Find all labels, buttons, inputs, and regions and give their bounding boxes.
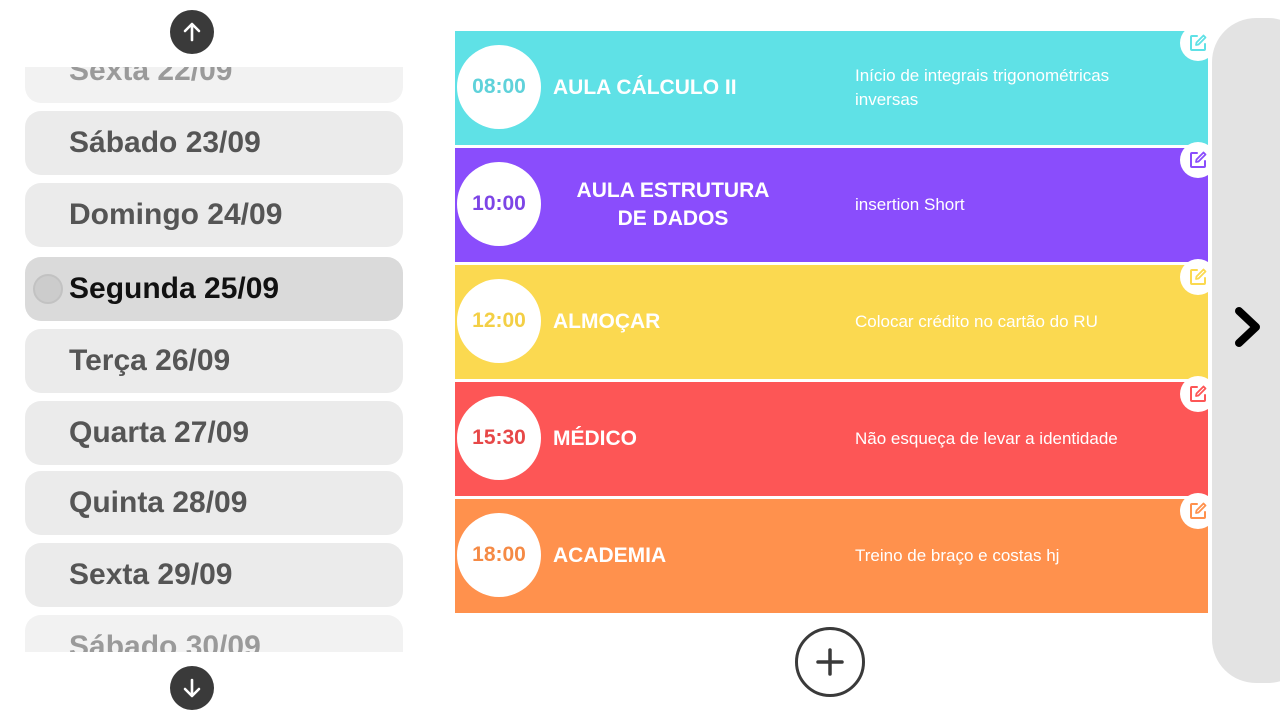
add-event-button[interactable] [795,627,865,697]
event-description: Início de integrais trigonométricas inve… [855,66,1110,109]
day-item[interactable]: Sábado 30/09 [25,615,403,652]
event-description: Não esqueça de levar a identidade [855,429,1118,449]
edit-icon [1190,151,1207,168]
day-label: Sexta 22/09 [69,67,233,87]
scroll-down-button[interactable] [170,666,214,710]
event-title: ALMOÇAR [553,265,793,379]
event-card[interactable]: 15:30 MÉDICO Não esqueça de levar a identi… [455,376,1216,496]
event-title-line: MÉDICO [553,426,637,450]
event-title: AULA CÁLCULO II [553,31,793,145]
edit-icon [1190,34,1207,51]
day-item[interactable]: Sexta 29/09 [25,543,403,607]
event-time: 12:00 [457,279,541,363]
day-label: Domingo 24/09 [69,198,283,231]
event-title-line: ACADEMIA [553,543,667,567]
event-description: insertion Short [855,195,965,215]
event-title: ACADEMIA [553,499,793,613]
day-label: Terça 26/09 [69,344,231,377]
scroll-up-button[interactable] [170,10,214,54]
event-card[interactable]: 12:00 ALMOÇAR Colocar crédito no cartão do… [455,259,1216,379]
plus-icon [816,648,844,676]
event-description: Treino de braço e costas hj [855,546,1060,566]
day-label: Segunda 25/09 [69,272,280,305]
day-item[interactable]: Quarta 27/09 [25,401,403,465]
event-time: 08:00 [457,45,541,129]
edit-event-button[interactable] [1180,142,1216,178]
day-item[interactable]: Terça 26/09 [25,329,403,393]
day-item[interactable]: Sábado 23/09 [25,111,403,175]
day-item[interactable]: Sexta 22/09 [25,67,403,103]
event-title-line: AULA CÁLCULO II [553,75,737,99]
day-item[interactable]: Quinta 28/09 [25,471,403,535]
day-label: Sexta 29/09 [69,558,233,591]
event-time: 15:30 [457,396,541,480]
edit-event-button[interactable] [1180,25,1216,61]
event-description: Colocar crédito no cartão do RU [855,312,1098,332]
edit-event-button[interactable] [1180,376,1216,412]
day-label: Quarta 27/09 [69,416,250,449]
next-button[interactable] [1228,302,1268,352]
event-title: AULA ESTRUTURA DE DADOS [553,148,793,262]
day-label: Sábado 30/09 [69,630,261,652]
day-list[interactable]: Sexta 22/09 Sábado 23/09 Domingo 24/09 Segu… [0,67,420,652]
event-title-line: AULA ESTRUTURA [576,178,770,202]
event-time: 10:00 [457,162,541,246]
event-card[interactable]: 08:00 AULA CÁLCULO II Início de integrais … [455,25,1216,145]
event-title-line: ALMOÇAR [553,309,661,333]
event-time: 18:00 [457,513,541,597]
event-card[interactable]: 18:00 ACADEMIA Treino de braço e costas hj [455,493,1216,613]
arrow-down-icon [183,678,201,698]
event-card[interactable]: 10:00 AULA ESTRUTURA DE DADOS insertion Sho… [455,142,1216,262]
day-item[interactable]: Domingo 24/09 [25,183,403,247]
edit-event-button[interactable] [1180,259,1216,295]
edit-icon [1190,268,1207,285]
day-label: Sábado 23/09 [69,126,261,159]
event-title-line: DE DADOS [617,207,729,230]
edit-event-button[interactable] [1180,493,1216,529]
event-title: MÉDICO [553,382,793,496]
edit-icon [1190,502,1207,519]
edit-icon [1190,385,1207,402]
chevron-right-icon [1235,307,1260,347]
day-item-selected[interactable]: Segunda 25/09 [25,257,403,321]
arrow-up-icon [183,22,201,42]
day-label: Quinta 28/09 [69,486,248,519]
selection-indicator [33,274,63,304]
